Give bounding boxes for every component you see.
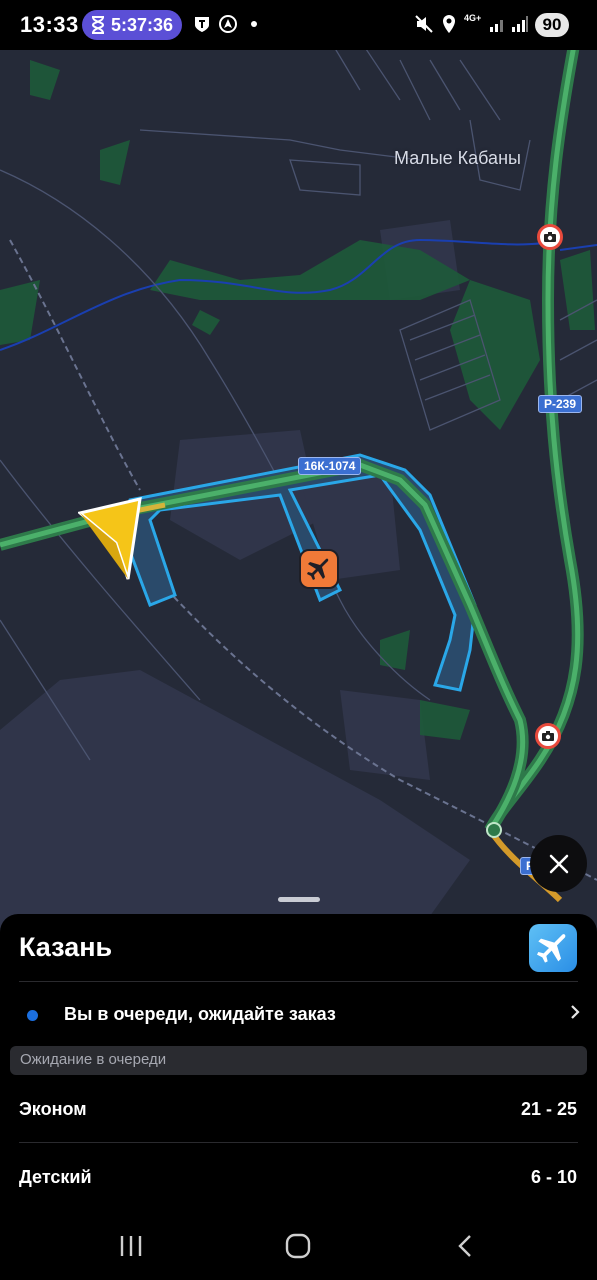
- location-icon: [439, 14, 459, 34]
- sheet-title: Казань: [19, 932, 113, 962]
- close-icon: [549, 854, 568, 873]
- system-nav-bar: [0, 1216, 597, 1280]
- queue-status-text: Вы в очереди, ожидайте заказ: [64, 1004, 336, 1024]
- queue-status-row[interactable]: Вы в очереди, ожидайте заказ: [0, 998, 597, 1032]
- tariff-wait: 6 - 10: [530, 1167, 577, 1187]
- place-label: Малые Кабаны: [394, 148, 521, 168]
- navigation-icon: [218, 14, 238, 34]
- airplane-icon: [537, 934, 566, 963]
- tariff-name: Детский: [19, 1167, 92, 1187]
- divider: [19, 1142, 578, 1143]
- back-icon: [458, 1235, 471, 1257]
- hourglass-icon: [91, 16, 104, 34]
- home-button[interactable]: [278, 1230, 318, 1262]
- tariff-wait: 21 - 25: [520, 1099, 577, 1119]
- battery-indicator: 90: [535, 13, 569, 37]
- chevron-right-icon: [570, 1004, 580, 1025]
- back-button[interactable]: [445, 1230, 485, 1262]
- dot-icon: [244, 14, 264, 34]
- shield-icon: [192, 14, 212, 34]
- mute-icon: [414, 14, 434, 34]
- recent-apps-icon: [120, 1236, 142, 1256]
- speed-camera-icon[interactable]: [535, 723, 561, 749]
- airport-mode-button[interactable]: [529, 924, 577, 972]
- airport-icon[interactable]: [299, 549, 339, 589]
- navigation-arrow-icon: [78, 497, 142, 580]
- route-badge-16k: 16К-1074: [298, 457, 362, 475]
- status-time: 13:33: [20, 12, 79, 37]
- tariff-row[interactable]: Эконом 21 - 25: [0, 1091, 597, 1131]
- home-icon: [285, 1233, 311, 1259]
- network-type: 4G+: [464, 13, 482, 23]
- map-view[interactable]: Малые Кабаны 16К-1074 Р-239 Р: [0, 40, 597, 930]
- section-header: Ожидание в очереди: [10, 1046, 587, 1075]
- route-badge-p239: Р-239: [538, 395, 583, 413]
- timer-pill[interactable]: 5:37:36: [82, 10, 182, 40]
- tariff-name: Эконом: [19, 1099, 87, 1119]
- map-canvas[interactable]: [0, 40, 597, 930]
- sheet-drag-handle[interactable]: [278, 897, 320, 902]
- section-header-text: Ожидание в очереди: [20, 1051, 167, 1068]
- status-bar: 13:33 5:37:36 4G+ 90: [0, 0, 597, 50]
- queue-status-dot: [27, 1010, 38, 1021]
- recent-apps-button[interactable]: [111, 1230, 151, 1262]
- timer-value: 5:37:36: [110, 14, 174, 35]
- cell-signal-icon: [510, 14, 530, 34]
- tariff-row[interactable]: Детский 6 - 10: [0, 1159, 597, 1199]
- divider: [19, 981, 578, 982]
- wifi-signal-icon: [488, 14, 508, 34]
- speed-camera-icon[interactable]: [537, 224, 563, 250]
- close-button[interactable]: [530, 835, 587, 892]
